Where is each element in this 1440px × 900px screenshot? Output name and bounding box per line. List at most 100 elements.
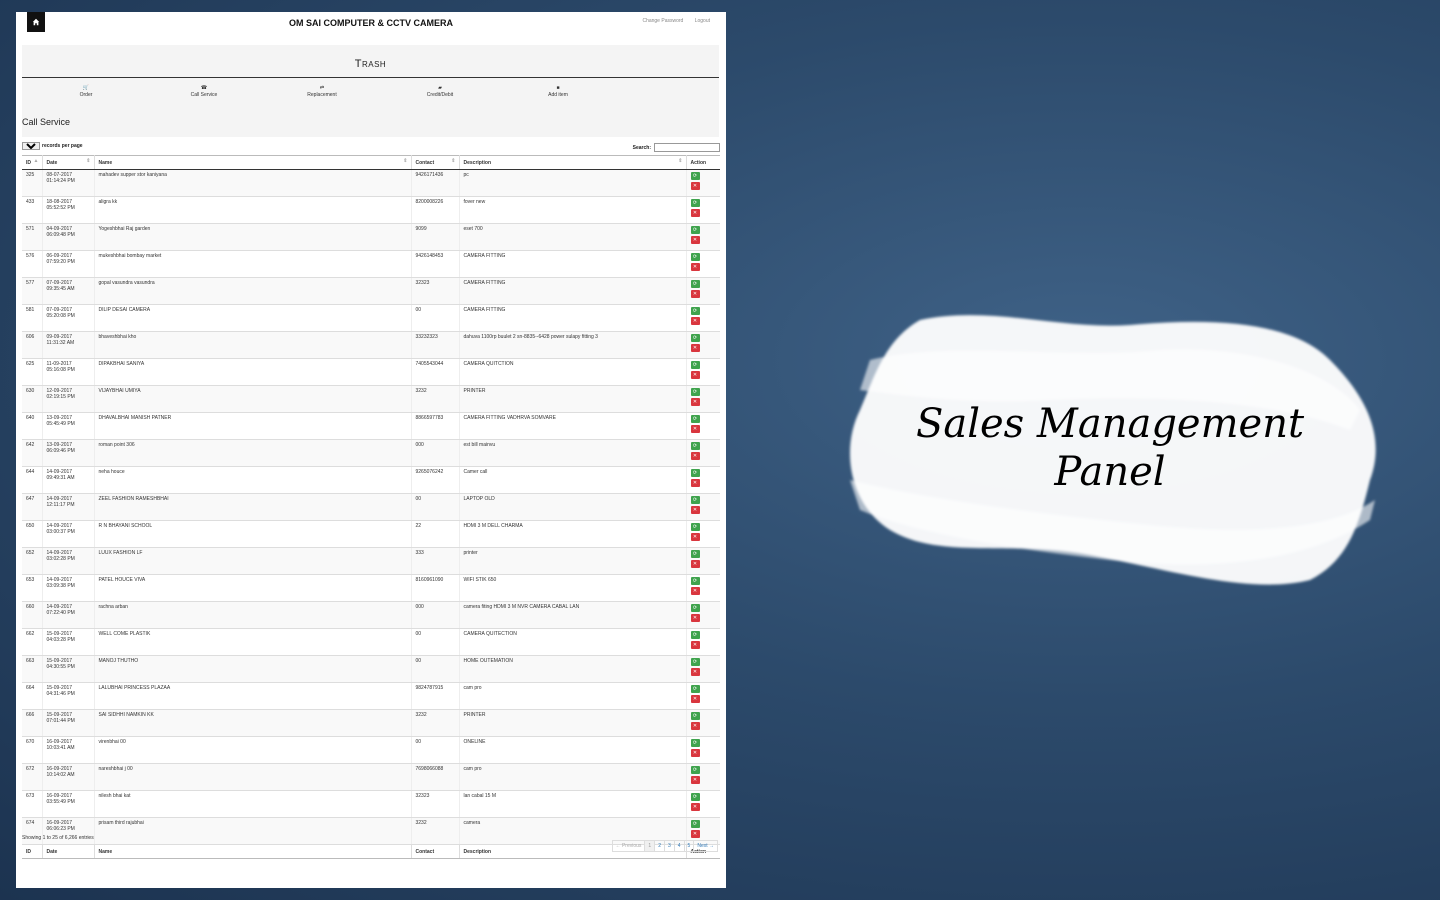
restore-button[interactable]: ⟳ <box>690 280 700 288</box>
restore-button[interactable]: ⟳ <box>690 658 700 666</box>
restore-button[interactable]: ⟳ <box>690 604 700 612</box>
delete-button[interactable]: ✕ <box>690 668 700 676</box>
restore-button[interactable]: ⟳ <box>690 577 700 585</box>
delete-button[interactable]: ✕ <box>690 479 700 487</box>
close-icon: ✕ <box>692 641 698 648</box>
page-length-label: records per page <box>42 143 83 149</box>
cell-description: HOME OUTEMATION <box>459 655 687 683</box>
app-panel: OM SAI COMPUTER & CCTV CAMERA Change Pas… <box>16 12 726 888</box>
menu-item-replacement[interactable]: ⇄ Replacement <box>292 85 352 98</box>
menu-item-label: Add item <box>548 92 568 98</box>
restore-button[interactable]: ⟳ <box>690 199 700 207</box>
restore-icon: ⟳ <box>692 577 698 584</box>
delete-button[interactable]: ✕ <box>690 614 700 622</box>
restore-button[interactable]: ⟳ <box>690 550 700 558</box>
delete-button[interactable]: ✕ <box>690 830 700 838</box>
cell-id: 571 <box>22 223 43 251</box>
column-header-name[interactable]: Name ⇕ <box>94 155 412 170</box>
menu-item-call-service[interactable]: ☎ Call Service <box>174 85 234 98</box>
delete-button[interactable]: ✕ <box>690 398 700 406</box>
restore-button[interactable]: ⟳ <box>690 469 700 477</box>
delete-button[interactable]: ✕ <box>690 236 700 244</box>
restore-icon: ⟳ <box>692 739 698 746</box>
cell-date-time: 09:49:31 AM <box>46 475 75 481</box>
cell-name: DILIP DESAI CAMERA <box>94 304 412 332</box>
delete-button[interactable]: ✕ <box>690 749 700 757</box>
restore-icon: ⟳ <box>692 253 698 260</box>
column-header-description[interactable]: Description ⇕ <box>459 155 687 170</box>
restore-button[interactable]: ⟳ <box>690 685 700 693</box>
cell-date: 14-09-2017 09:49:31 AM <box>42 466 95 494</box>
restore-button[interactable]: ⟳ <box>690 172 700 180</box>
restore-button[interactable]: ⟳ <box>690 226 700 234</box>
cell-id: 663 <box>22 655 43 683</box>
delete-button[interactable]: ✕ <box>690 290 700 298</box>
delete-button[interactable]: ✕ <box>690 263 700 271</box>
restore-button[interactable]: ⟳ <box>690 361 700 369</box>
restore-button[interactable]: ⟳ <box>690 253 700 261</box>
table-row: 653 14-09-2017 03:09:38 PM PATEL HOUCE VIVA… <box>22 574 720 602</box>
restore-button[interactable]: ⟳ <box>690 415 700 423</box>
delete-button[interactable]: ✕ <box>690 803 700 811</box>
cell-description: printer <box>459 547 687 575</box>
delete-button[interactable]: ✕ <box>690 533 700 541</box>
restore-button[interactable]: ⟳ <box>690 496 700 504</box>
close-icon: ✕ <box>692 452 698 459</box>
delete-button[interactable]: ✕ <box>690 776 700 784</box>
change-password-link[interactable]: Change Password <box>642 18 683 24</box>
cell-action: ⟳ ✕ <box>686 169 720 197</box>
restore-button[interactable]: ⟳ <box>690 793 700 801</box>
restore-button[interactable]: ⟳ <box>690 739 700 747</box>
delete-button[interactable]: ✕ <box>690 317 700 325</box>
table-row: 581 07-09-2017 05:20:08 PM DILIP DESAI CAME… <box>22 304 720 332</box>
restore-icon: ⟳ <box>692 658 698 665</box>
delete-button[interactable]: ✕ <box>690 722 700 730</box>
restore-button[interactable]: ⟳ <box>690 442 700 450</box>
restore-button[interactable]: ⟳ <box>690 334 700 342</box>
page-length-select[interactable]: 25 <box>22 142 40 150</box>
cell-description: cam pro <box>459 763 687 791</box>
delete-button[interactable]: ✕ <box>690 587 700 595</box>
restore-button[interactable]: ⟳ <box>690 766 700 774</box>
delete-button[interactable]: ✕ <box>690 371 700 379</box>
restore-button[interactable]: ⟳ <box>690 712 700 720</box>
delete-button[interactable]: ✕ <box>690 452 700 460</box>
top-navbar: OM SAI COMPUTER & CCTV CAMERA Change Pas… <box>16 12 726 45</box>
delete-button[interactable]: ✕ <box>690 344 700 352</box>
cell-description: ONELINE <box>459 736 687 764</box>
menu-item-credit-debit[interactable]: ▰ Credit/Debit <box>410 85 470 98</box>
cell-action: ⟳ ✕ <box>686 304 720 332</box>
menu-item-order[interactable]: 🛒 Order <box>56 85 116 98</box>
restore-button[interactable]: ⟳ <box>690 388 700 396</box>
delete-button[interactable]: ✕ <box>690 560 700 568</box>
cell-action: ⟳ ✕ <box>686 196 720 224</box>
close-icon: ✕ <box>692 290 698 297</box>
delete-button[interactable]: ✕ <box>690 641 700 649</box>
column-header-date[interactable]: Date ⇕ <box>42 155 95 170</box>
column-header-contact[interactable]: Contact ⇕ <box>411 155 460 170</box>
pager-previous[interactable]: ← Previous <box>611 840 646 852</box>
delete-button[interactable]: ✕ <box>690 182 700 190</box>
page-header: Trash 🛒 Order ☎ Call Service ⇄ Replacement ▰ Cr… <box>22 45 719 137</box>
delete-button[interactable]: ✕ <box>690 506 700 514</box>
restore-button[interactable]: ⟳ <box>690 631 700 639</box>
search-input[interactable] <box>654 143 720 152</box>
cell-name: neha houce <box>94 466 412 494</box>
cell-action: ⟳ ✕ <box>686 601 720 629</box>
close-icon: ✕ <box>692 209 698 216</box>
delete-button[interactable]: ✕ <box>690 209 700 217</box>
delete-button[interactable]: ✕ <box>690 425 700 433</box>
restore-button[interactable]: ⟳ <box>690 307 700 315</box>
logout-link[interactable]: Logout <box>695 18 710 24</box>
delete-button[interactable]: ✕ <box>690 695 700 703</box>
pager-next[interactable]: Next → <box>693 840 718 852</box>
restore-button[interactable]: ⟳ <box>690 523 700 531</box>
cell-contact: 8200008226 <box>411 196 460 224</box>
close-icon: ✕ <box>692 776 698 783</box>
close-icon: ✕ <box>692 398 698 405</box>
cell-id: 577 <box>22 277 43 305</box>
restore-button[interactable]: ⟳ <box>690 820 700 828</box>
table-row: 571 04-09-2017 06:09:48 PM Yogeshbhai Raj g… <box>22 223 720 251</box>
column-header-id[interactable]: ID ▲ <box>22 155 43 170</box>
menu-item-add-item[interactable]: ■ Add item <box>528 85 588 98</box>
